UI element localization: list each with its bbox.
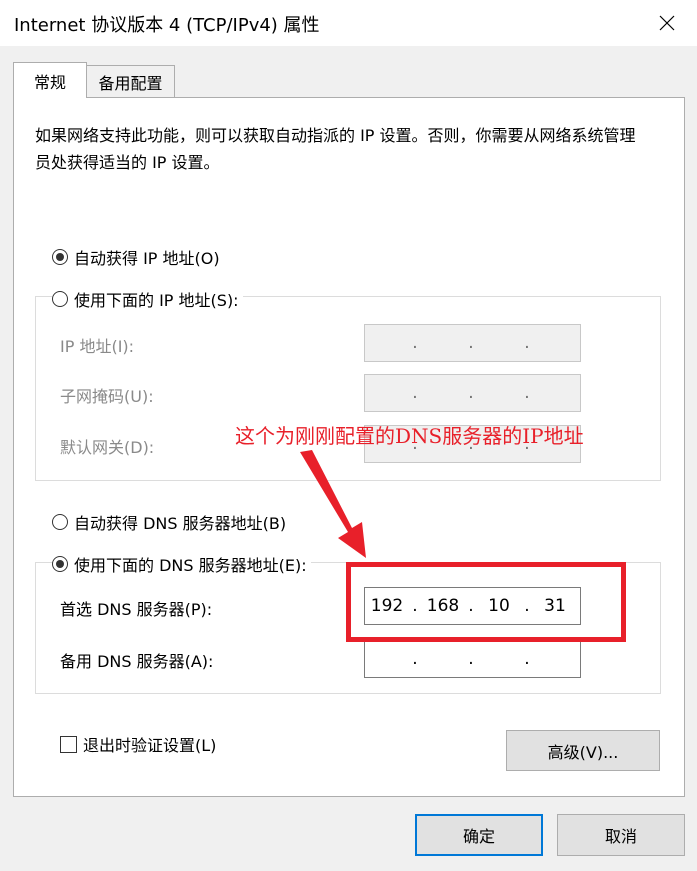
radio-auto-ip[interactable]: 自动获得 IP 地址(O) [52, 245, 224, 269]
radio-manual-dns[interactable]: 使用下面的 DNS 服务器地址(E): [52, 552, 311, 576]
preferred-dns-label: 首选 DNS 服务器(P): [60, 600, 213, 619]
tcpipv4-properties-dialog: Internet 协议版本 4 (TCP/IPv4) 属性 常规 备用配置 如果… [0, 0, 697, 871]
radio-auto-dns[interactable]: 自动获得 DNS 服务器地址(B) [52, 510, 291, 534]
radio-auto-ip-indicator [52, 249, 68, 265]
validate-on-exit-label: 退出时验证设置(L) [83, 736, 217, 755]
ip-address-label: IP 地址(I): [60, 337, 135, 356]
tab-general[interactable]: 常规 [13, 62, 87, 98]
close-icon [659, 15, 675, 31]
radio-auto-dns-label: 自动获得 DNS 服务器地址(B) [74, 514, 287, 533]
radio-manual-ip[interactable]: 使用下面的 IP 地址(S): [52, 287, 243, 311]
annotation-arrow-icon [300, 450, 366, 558]
radio-manual-dns-indicator [52, 556, 68, 572]
annotation-text: 这个为刚刚配置的DNS服务器的IP地址 [235, 424, 584, 448]
radio-manual-ip-label: 使用下面的 IP 地址(S): [74, 291, 239, 310]
radio-manual-ip-indicator [52, 291, 68, 307]
tab-alternate-configuration[interactable]: 备用配置 [87, 65, 175, 97]
ip-address-input: . . . [364, 324, 581, 362]
validate-on-exit-checkbox[interactable]: 退出时验证设置(L) [60, 732, 216, 756]
default-gateway-label: 默认网关(D): [60, 438, 155, 457]
title-bar: Internet 协议版本 4 (TCP/IPv4) 属性 [0, 0, 697, 46]
alternate-dns-label: 备用 DNS 服务器(A): [60, 652, 214, 671]
radio-auto-dns-indicator [52, 514, 68, 530]
subnet-mask-input: . . . [364, 374, 581, 412]
subnet-mask-label: 子网掩码(U): [60, 387, 154, 406]
validate-on-exit-box [60, 735, 77, 753]
close-button[interactable] [637, 0, 697, 46]
alternate-dns-input[interactable]: . . . [364, 640, 581, 678]
description-text: 如果网络支持此功能，则可以获取自动指派的 IP 设置。否则，你需要从网络系统管理… [35, 126, 636, 172]
annotation-highlight-box [346, 562, 626, 642]
ok-button[interactable]: 确定 [415, 814, 543, 856]
window-title: Internet 协议版本 4 (TCP/IPv4) 属性 [14, 15, 320, 36]
radio-auto-ip-label: 自动获得 IP 地址(O) [74, 249, 220, 268]
radio-manual-dns-label: 使用下面的 DNS 服务器地址(E): [74, 556, 307, 575]
advanced-button[interactable]: 高级(V)... [506, 730, 660, 771]
cancel-button[interactable]: 取消 [557, 814, 685, 856]
